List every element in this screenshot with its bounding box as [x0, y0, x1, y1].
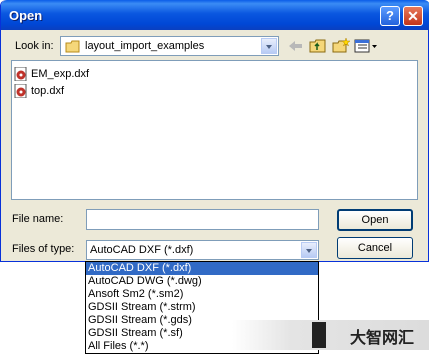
file-list[interactable]: EM_exp.dxf top.dxf	[11, 60, 418, 200]
back-button[interactable]	[286, 37, 306, 55]
up-folder-button[interactable]	[308, 37, 328, 55]
files-of-type-label: Files of type:	[12, 243, 75, 255]
file-name-text: top.dxf	[31, 85, 65, 97]
open-dialog: Open ? ✕ Look in: layout_import_examples	[0, 0, 429, 262]
watermark-logo-icon	[312, 322, 326, 348]
look-in-value: layout_import_examples	[85, 40, 205, 52]
chevron-down-icon[interactable]	[261, 38, 277, 54]
chevron-down-icon[interactable]	[301, 242, 317, 258]
list-item[interactable]: top.dxf	[14, 83, 64, 99]
views-menu-button[interactable]	[353, 37, 379, 55]
help-button[interactable]: ?	[380, 6, 400, 26]
files-of-type-dropdown[interactable]: AutoCAD DXF (*.dxf)	[86, 240, 319, 260]
look-in-dropdown[interactable]: layout_import_examples	[60, 36, 279, 56]
dxf-file-icon	[14, 67, 27, 81]
file-name-text: EM_exp.dxf	[31, 68, 90, 80]
dialog-title: Open	[9, 8, 43, 23]
title-bar[interactable]: Open ? ✕	[1, 0, 429, 30]
watermark-text: 大智网汇	[350, 328, 415, 347]
file-type-option[interactable]: Ansoft Sm2 (*.sm2)	[86, 288, 318, 301]
open-button[interactable]: Open	[337, 209, 413, 231]
file-type-option[interactable]: AutoCAD DWG (*.dwg)	[86, 275, 318, 288]
cancel-button[interactable]: Cancel	[337, 237, 413, 259]
file-name-field[interactable]	[86, 209, 319, 230]
close-button[interactable]: ✕	[403, 6, 423, 26]
file-type-option[interactable]: GDSII Stream (*.strm)	[86, 301, 318, 314]
look-in-label: Look in:	[15, 40, 54, 52]
file-name-label: File name:	[12, 213, 64, 225]
views-menu-icon	[354, 39, 377, 53]
up-folder-icon	[309, 39, 326, 53]
file-type-option[interactable]: AutoCAD DXF (*.dxf)	[86, 262, 318, 275]
folder-icon	[65, 40, 80, 53]
dxf-file-icon	[14, 84, 27, 98]
new-folder-icon	[332, 37, 351, 53]
back-icon	[289, 41, 302, 51]
list-item[interactable]: EM_exp.dxf	[14, 66, 89, 82]
files-of-type-value: AutoCAD DXF (*.dxf)	[90, 244, 194, 256]
new-folder-button[interactable]	[331, 37, 351, 55]
